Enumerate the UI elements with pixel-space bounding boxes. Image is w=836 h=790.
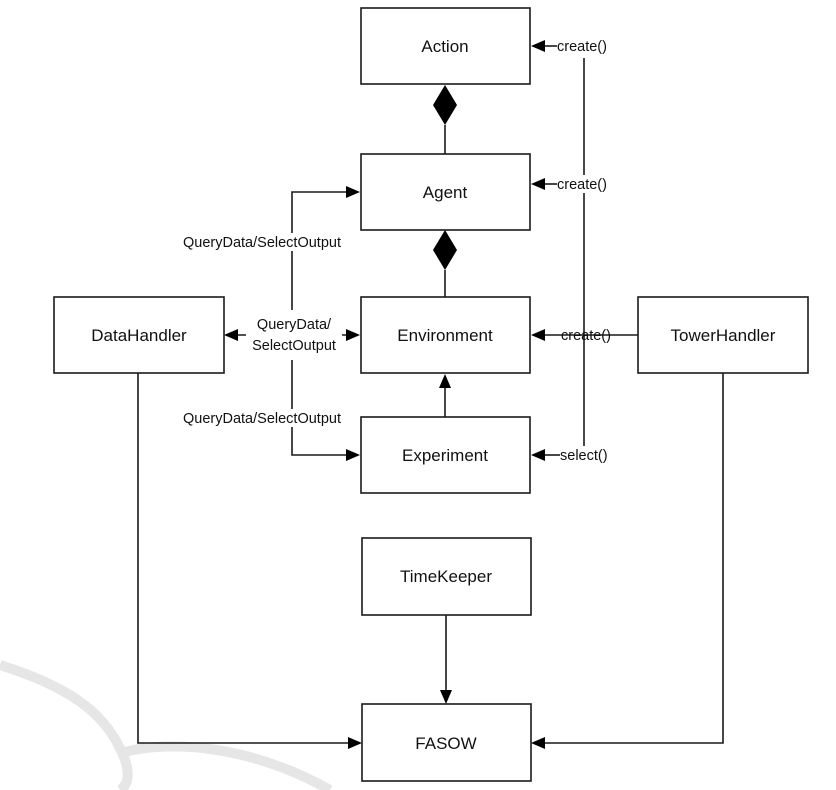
node-fasow-label: FASOW (415, 734, 476, 753)
arrowhead-icon (531, 329, 545, 341)
node-environment-label: Environment (397, 326, 493, 345)
edge-datahandler-experiment (291, 360, 347, 456)
arrowhead-icon (439, 374, 451, 388)
node-environment[interactable]: Environment (360, 296, 531, 374)
node-action-label: Action (421, 37, 468, 56)
node-timekeeper-label: TimeKeeper (400, 567, 492, 586)
node-towerhandler-label: TowerHandler (671, 326, 776, 345)
arrowhead-icon (346, 449, 360, 461)
node-experiment-label: Experiment (402, 446, 488, 465)
edge-towerhandler-fasow (544, 373, 724, 744)
edge-datahandler-fasow (137, 373, 349, 744)
label-create-environment: create() (561, 328, 611, 344)
node-agent-label: Agent (423, 183, 468, 202)
composition-diamond-icon (433, 230, 457, 270)
node-experiment[interactable]: Experiment (360, 416, 531, 494)
arrowhead-icon (346, 186, 360, 198)
label-datahandler-environment-line1: QueryData/ (257, 317, 332, 333)
node-datahandler[interactable]: DataHandler (53, 296, 225, 374)
label-create-action: create() (557, 39, 607, 55)
node-action[interactable]: Action (360, 7, 531, 85)
arrowhead-icon (531, 178, 545, 190)
arrowhead-icon (440, 690, 452, 704)
node-fasow[interactable]: FASOW (361, 703, 532, 782)
composition-diamond-icon (433, 85, 457, 125)
label-datahandler-environment-line2: SelectOutput (252, 338, 336, 354)
node-towerhandler[interactable]: TowerHandler (637, 296, 809, 374)
node-datahandler-label: DataHandler (91, 326, 187, 345)
label-create-agent: create() (557, 177, 607, 193)
watermark-curve (0, 660, 133, 790)
arrowhead-icon (531, 40, 545, 52)
arrowhead-icon (348, 737, 362, 749)
arrowhead-icon (224, 329, 238, 341)
watermark-curve-2 (123, 741, 333, 790)
arrowhead-icon (346, 329, 360, 341)
label-datahandler-agent: QueryData/SelectOutput (183, 235, 341, 251)
arrowhead-icon (531, 449, 545, 461)
architecture-diagram: QueryData/SelectOutput QueryData/ Select… (0, 7, 809, 790)
arrowhead-icon (531, 737, 545, 749)
label-datahandler-experiment: QueryData/SelectOutput (183, 411, 341, 427)
node-timekeeper[interactable]: TimeKeeper (361, 537, 532, 616)
node-agent[interactable]: Agent (360, 153, 531, 231)
label-select-experiment: select() (560, 448, 608, 464)
